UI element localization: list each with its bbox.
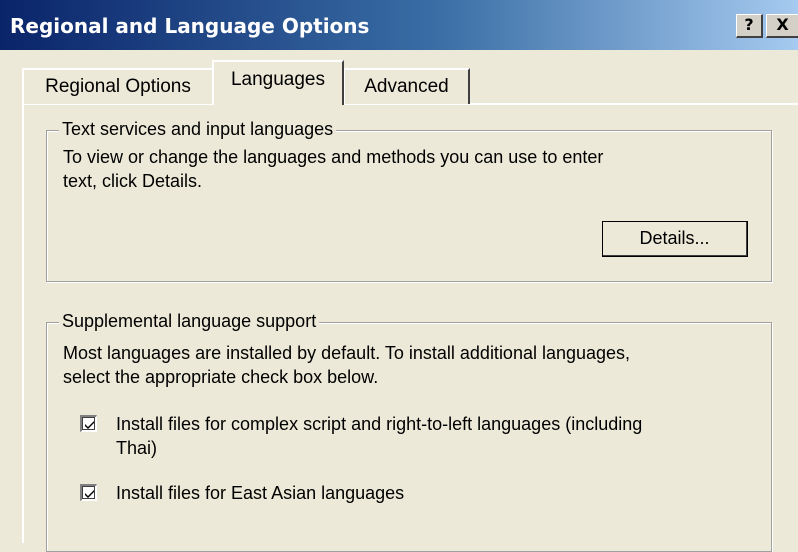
text-services-description: To view or change the languages and meth… xyxy=(63,145,603,193)
checkmark-icon xyxy=(85,490,94,498)
supplemental-description: Most languages are installed by default.… xyxy=(63,341,630,389)
window-title: Regional and Language Options xyxy=(10,14,370,38)
supplemental-legend: Supplemental language support xyxy=(59,311,320,332)
text-services-description-line1: To view or change the languages and meth… xyxy=(63,147,604,167)
complex-script-option[interactable]: Install files for complex script and rig… xyxy=(80,412,760,462)
east-asian-checkbox[interactable] xyxy=(80,484,97,501)
tab-languages[interactable]: Languages xyxy=(212,60,344,105)
supplemental-description-line2: select the appropriate check box below. xyxy=(63,367,379,387)
text-services-description-line2: text, click Details. xyxy=(63,171,203,191)
close-icon: X xyxy=(776,15,789,34)
tab-regional-options[interactable]: Regional Options xyxy=(22,68,212,104)
details-button[interactable]: Details... xyxy=(602,221,748,257)
complex-script-label-line2: Thai) xyxy=(116,438,158,458)
checkmark-icon xyxy=(85,421,94,429)
text-services-legend: Text services and input languages xyxy=(59,119,337,140)
text-services-group: Text services and input languages To vie… xyxy=(46,119,772,282)
help-icon: ? xyxy=(744,15,754,34)
complex-script-label: Install files for complex script and rig… xyxy=(116,412,642,460)
complex-script-checkbox[interactable] xyxy=(80,415,97,432)
east-asian-label: Install files for East Asian languages xyxy=(116,483,405,503)
supplemental-description-line1: Most languages are installed by default.… xyxy=(63,343,631,363)
title-bar: Regional and Language Options ? X xyxy=(0,0,798,50)
close-button[interactable]: X xyxy=(766,14,798,38)
help-button[interactable]: ? xyxy=(736,14,763,38)
east-asian-option[interactable]: Install files for East Asian languages xyxy=(80,481,520,507)
tab-advanced[interactable]: Advanced xyxy=(344,68,470,104)
complex-script-label-line1: Install files for complex script and rig… xyxy=(116,414,643,434)
